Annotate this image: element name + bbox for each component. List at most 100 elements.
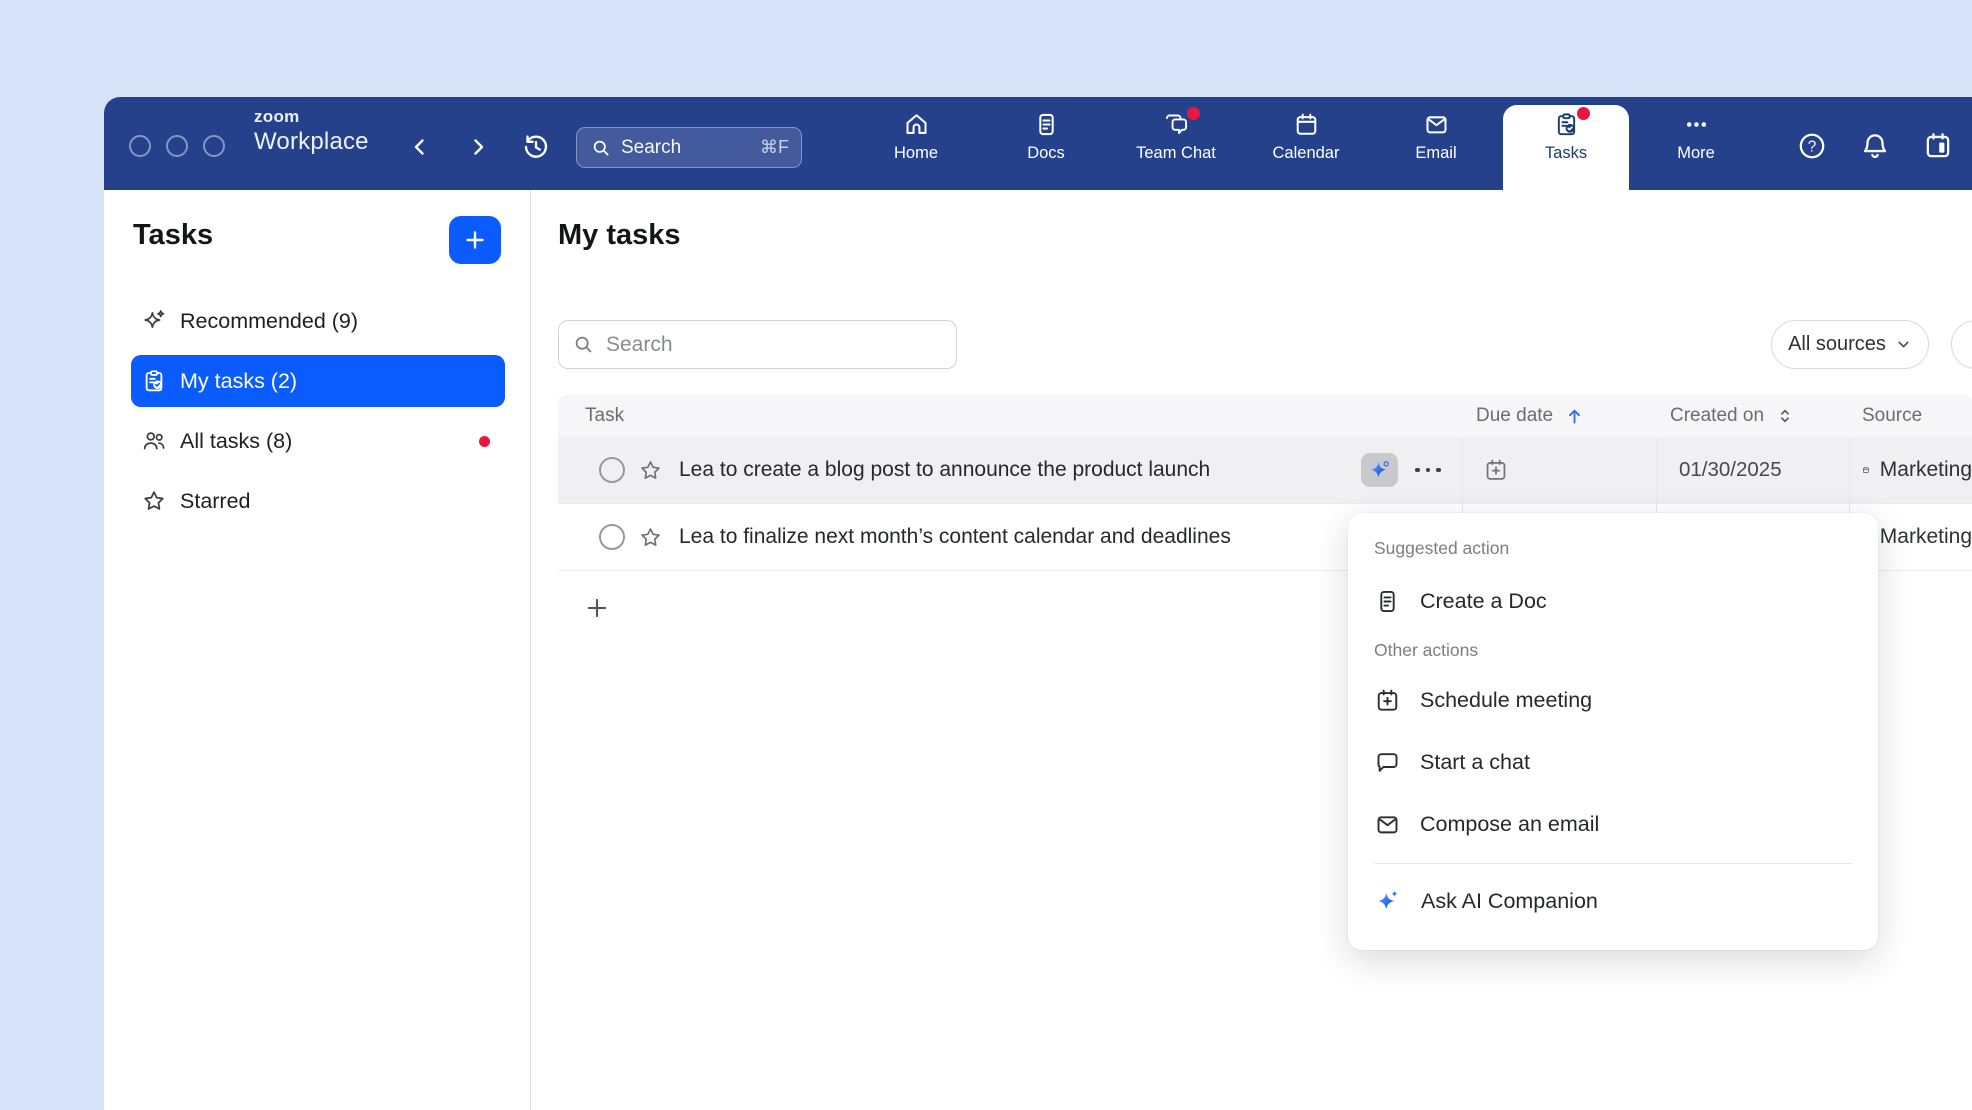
- menu-item-label: Ask AI Companion: [1421, 889, 1598, 914]
- svg-text:?: ?: [1808, 139, 1817, 156]
- top-navbar: zoom Workplace Search ⌘F Home: [104, 97, 1972, 190]
- due-date-cell[interactable]: [1462, 437, 1656, 503]
- sort-toggle-icon: [1775, 406, 1795, 426]
- created-on-value: 01/30/2025: [1679, 458, 1782, 482]
- task-complete-checkbox[interactable]: [599, 457, 625, 483]
- sidebar-item-recommended[interactable]: Recommended (9): [131, 295, 505, 347]
- column-header-source[interactable]: Source: [1849, 405, 1972, 427]
- plus-icon: [584, 595, 610, 621]
- search-shortcut: ⌘F: [760, 137, 789, 158]
- menu-item-start-chat[interactable]: Start a chat: [1374, 735, 1852, 789]
- menu-item-label: Create a Doc: [1420, 589, 1547, 614]
- history-clock-icon: [521, 132, 551, 162]
- forward-button[interactable]: [462, 131, 494, 163]
- primary-navigation: Home Docs Team Chat Calendar Email: [864, 97, 1748, 190]
- nav-item-team-chat[interactable]: Team Chat: [1124, 97, 1228, 190]
- sparkle-icon: [141, 308, 167, 334]
- ai-companion-icon: [1374, 887, 1402, 915]
- sources-filter-dropdown[interactable]: All sources: [1771, 320, 1929, 369]
- star-icon[interactable]: [638, 458, 663, 483]
- task-search[interactable]: [558, 320, 957, 369]
- chevron-down-icon: [1895, 336, 1912, 353]
- window-control-icon[interactable]: [166, 135, 188, 157]
- calendar-icon: [1293, 111, 1320, 138]
- sidebar-item-all-tasks[interactable]: All tasks (8): [131, 415, 505, 467]
- tasks-icon: [1553, 111, 1580, 138]
- bell-icon[interactable]: [1859, 130, 1891, 162]
- calendar-plus-icon: [1483, 457, 1509, 483]
- sidebar-item-label: All tasks (8): [180, 429, 292, 454]
- app-window: zoom Workplace Search ⌘F Home: [104, 97, 1972, 1110]
- column-label: Source: [1862, 405, 1922, 427]
- filter-button-partial[interactable]: [1951, 320, 1972, 369]
- task-search-input[interactable]: [606, 333, 942, 357]
- calendar-date-icon[interactable]: [1922, 130, 1954, 162]
- window-control-icon[interactable]: [129, 135, 151, 157]
- sort-ascending-icon: [1564, 406, 1585, 427]
- nav-item-label: Docs: [1027, 144, 1065, 163]
- star-icon[interactable]: [638, 525, 663, 550]
- global-search[interactable]: Search ⌘F: [576, 127, 802, 168]
- task-complete-checkbox[interactable]: [599, 524, 625, 550]
- column-header-due-date[interactable]: Due date: [1462, 405, 1656, 427]
- sidebar-item-label: Starred: [180, 489, 251, 514]
- nav-item-more[interactable]: More: [1644, 97, 1748, 190]
- notification-dot: [1577, 107, 1590, 120]
- help-icon[interactable]: ?: [1796, 130, 1828, 162]
- menu-item-create-doc[interactable]: Create a Doc: [1374, 573, 1852, 629]
- doc-icon: [1374, 588, 1401, 615]
- menu-item-label: Compose an email: [1420, 812, 1599, 837]
- menu-item-schedule-meeting[interactable]: Schedule meeting: [1374, 673, 1852, 727]
- window-control-icon[interactable]: [203, 135, 225, 157]
- chevron-left-icon: [410, 137, 430, 157]
- menu-item-label: Schedule meeting: [1420, 688, 1592, 713]
- column-label: Due date: [1476, 405, 1553, 427]
- menu-item-compose-email[interactable]: Compose an email: [1374, 797, 1852, 851]
- main-content: My tasks All sources Task Due date: [531, 190, 1972, 1110]
- nav-item-docs[interactable]: Docs: [994, 97, 1098, 190]
- menu-section-label: Other actions: [1374, 639, 1852, 661]
- ai-companion-button[interactable]: [1361, 453, 1398, 487]
- envelope-icon: [1374, 811, 1401, 838]
- add-task-button[interactable]: [449, 216, 501, 264]
- sources-filter-label: All sources: [1788, 333, 1886, 356]
- column-header-created-on[interactable]: Created on: [1656, 405, 1849, 427]
- back-button[interactable]: [404, 131, 436, 163]
- nav-item-label: Calendar: [1273, 144, 1340, 163]
- menu-item-label: Start a chat: [1420, 750, 1530, 775]
- history-button[interactable]: [520, 131, 552, 163]
- email-icon: [1423, 111, 1450, 138]
- navbar-utilities: ?: [1796, 130, 1972, 162]
- tasks-sidebar: Tasks Recommended (9): [104, 190, 531, 1110]
- nav-item-calendar[interactable]: Calendar: [1254, 97, 1358, 190]
- add-row-button[interactable]: [579, 590, 615, 626]
- unread-dot: [479, 436, 490, 447]
- nav-item-label: Team Chat: [1136, 144, 1216, 163]
- sidebar-item-my-tasks[interactable]: My tasks (2): [131, 355, 505, 407]
- chevron-right-icon: [468, 137, 488, 157]
- logo-workplace-text: Workplace: [254, 130, 369, 154]
- task-actions-menu: Suggested action Create a Doc Other acti…: [1348, 513, 1878, 950]
- source-cell[interactable]: Marketing: [1849, 437, 1972, 503]
- people-icon: [141, 428, 167, 454]
- nav-item-email[interactable]: Email: [1384, 97, 1488, 190]
- column-label: Created on: [1670, 405, 1764, 427]
- row-more-actions-button[interactable]: [1407, 453, 1449, 487]
- sidebar-item-starred[interactable]: Starred: [131, 475, 505, 527]
- docs-icon: [1033, 111, 1060, 138]
- notification-dot: [1187, 107, 1200, 120]
- task-row[interactable]: Lea to create a blog post to announce th…: [558, 437, 1972, 504]
- menu-item-ask-ai-companion[interactable]: Ask AI Companion: [1374, 874, 1852, 928]
- ai-sparkle-icon: [1367, 458, 1392, 483]
- calendar-icon: [1862, 458, 1870, 482]
- column-header-task: Task: [558, 405, 1462, 427]
- clipboard-check-icon: [141, 368, 167, 394]
- global-search-placeholder: Search: [621, 137, 681, 159]
- nav-item-home[interactable]: Home: [864, 97, 968, 190]
- nav-item-tasks[interactable]: Tasks: [1514, 97, 1618, 190]
- chat-bubble-icon: [1374, 749, 1401, 776]
- search-icon: [573, 334, 594, 355]
- more-ellipsis-icon: [1683, 111, 1710, 138]
- source-value: Marketing: [1880, 525, 1972, 549]
- menu-section-label: Suggested action: [1374, 537, 1852, 559]
